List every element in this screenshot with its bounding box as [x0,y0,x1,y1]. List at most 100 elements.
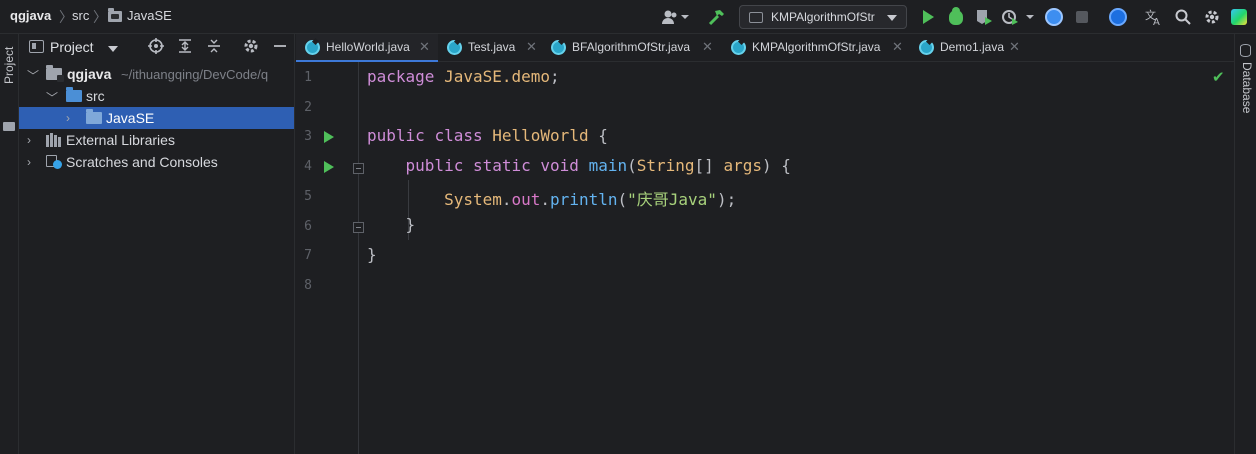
line-number: 8 [304,278,312,293]
chevron-down-icon[interactable]: ﹀ [27,67,39,84]
java-class-icon [919,40,934,55]
folder-icon[interactable] [3,122,15,131]
folder-icon [108,8,122,22]
punctuation: ; [550,67,560,86]
gear-icon[interactable] [243,38,259,56]
tree-item-label: JavaSE [106,110,155,126]
punctuation: { [588,126,608,145]
tree-item-label: Scratches and Consoles [66,154,218,170]
close-icon[interactable]: ✕ [526,39,537,55]
line-number: 1 [304,70,312,85]
tab-bfalgorithmofstr[interactable]: BFAlgorithmOfStr.java ✕ [542,34,722,62]
class-name: System [444,190,502,209]
run-configuration-selector[interactable]: KMPAlgorithmOfStr [739,5,907,29]
tree-item-label: External Libraries [66,132,175,148]
tree-item-external-libraries[interactable]: › External Libraries [19,129,294,151]
tab-label: HelloWorld.java [326,40,410,54]
breadcrumb-src[interactable]: src [72,8,89,23]
close-icon[interactable]: ✕ [419,39,430,55]
close-icon[interactable]: ✕ [892,39,903,55]
tab-test[interactable]: Test.java ✕ [438,34,542,62]
fold-toggle-icon[interactable] [353,222,364,233]
search-icon[interactable] [1173,6,1193,28]
tree-item-scratches[interactable]: › Scratches and Consoles [19,151,294,173]
expand-all-icon[interactable] [177,38,193,56]
line-number: 7 [304,248,312,263]
build-hammer-icon[interactable] [706,6,726,28]
locate-file-icon[interactable] [148,38,164,56]
run-icon[interactable] [920,6,936,28]
project-strip-label: Project [2,46,16,84]
translate-icon[interactable]: 文A [1144,6,1164,28]
inspection-ok-icon[interactable]: ✔ [1212,68,1225,86]
run-class-gutter-icon[interactable] [324,131,334,143]
navigation-bar: qgjava 〉 src 〉 JavaSE KMPAlgorithmOfStr … [0,0,1256,34]
database-icon[interactable] [1240,44,1251,57]
punctuation: . [501,190,512,209]
database-tool-window-button[interactable]: Database [1240,62,1254,113]
collapse-all-icon[interactable] [206,38,222,56]
tab-demo1[interactable]: Demo1.java ✕ [910,34,1034,62]
user-dropdown-icon[interactable] [660,6,692,28]
chevron-right-icon[interactable]: › [27,155,31,169]
line-number: 2 [304,100,312,115]
right-tool-strip: Database [1234,34,1256,454]
debug-icon[interactable] [947,6,965,28]
tab-helloworld[interactable]: HelloWorld.java ✕ [296,34,438,62]
left-tool-strip: Project [0,34,19,454]
chevron-right-icon[interactable]: › [66,111,70,125]
profile-icon[interactable] [1001,6,1035,28]
chevron-right-icon[interactable]: › [27,133,31,147]
project-tool-window-button[interactable]: Project [0,42,19,112]
chevron-down-icon[interactable] [108,46,118,52]
minimize-icon[interactable] [273,38,287,56]
settings-icon[interactable] [1202,6,1222,28]
fold-toggle-icon[interactable] [353,163,364,174]
source-folder-icon [66,87,82,102]
punctuation: [] [694,156,724,175]
keyword: package [367,67,435,86]
code-line-7: } [367,245,377,267]
line-number: 4 [304,159,312,174]
tree-item-javase[interactable]: › JavaSE [19,107,294,129]
project-panel-title[interactable]: Project [50,39,94,55]
keyword: static [472,156,531,175]
run-config-label: KMPAlgorithmOfStr [771,10,875,24]
coverage-icon[interactable] [975,6,993,28]
project-view-icon [29,40,44,53]
update-icon[interactable] [1044,6,1064,28]
line-number: 5 [304,189,312,204]
breadcrumb-javase[interactable]: JavaSE [127,8,172,23]
help-icon[interactable] [1108,6,1128,28]
punctuation: ) { [761,156,791,175]
run-main-gutter-icon[interactable] [324,161,334,173]
closing-brace: } [367,245,377,264]
tab-label: Test.java [468,40,516,54]
type-name: String [636,156,695,175]
jetbrains-icon[interactable] [1230,6,1248,28]
string-literal: "庆哥Java" [627,190,717,209]
chevron-down-icon[interactable]: ﹀ [46,89,58,106]
close-icon[interactable]: ✕ [1009,39,1020,55]
class-name: HelloWorld [492,126,589,145]
tree-item-qgjava[interactable]: ﹀ qgjava ~/ithuangqing/DevCode/q [19,63,294,85]
breadcrumb-project[interactable]: qgjava [10,8,51,23]
tab-kmpalgorithmofstr[interactable]: KMPAlgorithmOfStr.java ✕ [722,34,910,62]
code-line-5: System.out.println("庆哥Java"); [367,186,736,209]
code-line-1: package JavaSE.demo; [367,67,560,89]
close-icon[interactable]: ✕ [702,39,713,55]
keyword: class [434,126,483,145]
tree-item-src[interactable]: ﹀ src [19,85,294,107]
punctuation: . [540,190,551,209]
project-panel-header: Project [19,34,294,61]
scratches-icon [46,155,62,169]
code-editor[interactable]: 1 2 3 4 5 6 7 8 package JavaSE.demo; pub… [296,62,1234,454]
keyword: public [405,156,464,175]
stop-icon[interactable] [1074,6,1090,28]
chevron-down-icon [887,15,897,21]
tab-label: KMPAlgorithmOfStr.java [752,40,881,54]
method-name: println [550,190,618,209]
keyword: void [540,156,579,175]
package-name: JavaSE.demo [444,67,551,86]
closing-brace: } [405,215,416,234]
